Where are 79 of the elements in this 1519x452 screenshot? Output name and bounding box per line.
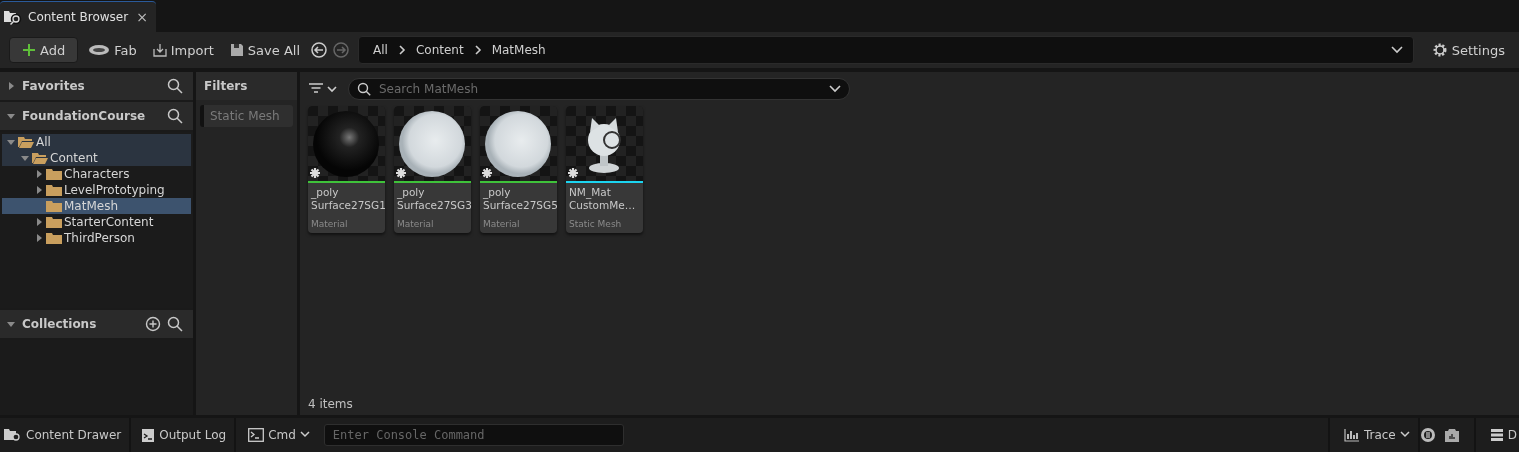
- tree-item[interactable]: All: [2, 134, 191, 150]
- save-button[interactable]: Save All: [223, 37, 306, 63]
- close-button[interactable]: ×: [136, 9, 148, 25]
- content-drawer-button[interactable]: Content Drawer: [0, 418, 132, 452]
- chevron-right-icon: [473, 45, 482, 55]
- asset-tile[interactable]: _poly Surface27SG3 Material: [394, 106, 471, 233]
- breadcrumb-item[interactable]: Content: [415, 43, 464, 57]
- trace-button[interactable]: Trace: [1327, 418, 1420, 452]
- tree-item[interactable]: Content: [2, 150, 191, 166]
- console-input[interactable]: Enter Console Command: [323, 424, 624, 446]
- item-count: 4 items: [308, 397, 354, 411]
- folder-icon: [46, 184, 62, 196]
- import-button[interactable]: Import: [146, 37, 220, 63]
- asset-tile[interactable]: NM_Mat CustomMe… Static Mesh: [566, 106, 643, 233]
- folder-icon: [46, 200, 62, 212]
- record-icon[interactable]: [1419, 427, 1436, 443]
- settings-button[interactable]: Settings: [1425, 37, 1511, 63]
- terminal-icon: [248, 428, 265, 442]
- asset-name: NM_Mat CustomMe…: [568, 185, 637, 213]
- server-icon: [1489, 428, 1504, 442]
- favorites-header[interactable]: Favorites: [0, 72, 193, 100]
- project-header[interactable]: FoundationCourse: [0, 102, 193, 130]
- camera-icon[interactable]: [1443, 427, 1460, 443]
- search-icon: [357, 82, 371, 96]
- chevron-down-icon: [1399, 431, 1410, 439]
- asset-name: _poly Surface27SG5: [482, 185, 557, 213]
- folder-icon: [46, 232, 62, 244]
- search-field[interactable]: Search MatMesh: [348, 78, 850, 100]
- back-icon[interactable]: [310, 41, 328, 59]
- asset-type: Static Mesh: [568, 218, 623, 231]
- tree-item[interactable]: StarterContent: [2, 214, 191, 230]
- fab-logo-icon: [88, 44, 111, 56]
- save-icon: [229, 43, 244, 57]
- add-button[interactable]: Add: [9, 37, 79, 63]
- import-icon: [152, 43, 167, 57]
- tree-item[interactable]: Characters: [2, 166, 191, 182]
- tree-item[interactable]: ThirdPerson: [2, 230, 191, 246]
- asset-name: _poly Surface27SG3: [396, 185, 471, 213]
- collections-header[interactable]: Collections: [0, 310, 193, 338]
- tab-title: Content Browser: [28, 10, 130, 24]
- output-log-button[interactable]: Output Log: [131, 418, 237, 452]
- folder-search-icon: [4, 9, 22, 25]
- filter-icon[interactable]: [308, 82, 340, 96]
- cmd-button[interactable]: Cmd: [236, 418, 318, 452]
- expand-arrow-icon[interactable]: [6, 319, 16, 329]
- asset-type: Material: [310, 218, 349, 231]
- asset-tile[interactable]: _poly Surface27SG5 Material: [480, 106, 557, 233]
- search-icon[interactable]: [167, 78, 183, 94]
- add-circle-icon[interactable]: [145, 316, 161, 332]
- plus-icon: [22, 43, 36, 57]
- search-icon[interactable]: [167, 108, 183, 124]
- folder-icon: [46, 168, 62, 180]
- search-icon[interactable]: [167, 316, 183, 332]
- folder-icon: [46, 216, 62, 228]
- asset-tile[interactable]: _poly Surface27SG1 Material: [308, 106, 385, 233]
- tree-item[interactable]: LevelPrototyping: [2, 182, 191, 198]
- breadcrumb-item[interactable]: All: [373, 43, 388, 57]
- chevron-right-icon: [397, 45, 406, 55]
- filters-header: Filters: [196, 72, 297, 100]
- expand-arrow-icon[interactable]: [6, 81, 16, 91]
- folder-search-icon: [4, 427, 22, 443]
- asset-type: Material: [396, 218, 435, 231]
- log-icon: [141, 427, 156, 443]
- asset-name: _poly Surface27SG1: [310, 185, 385, 213]
- tree-item[interactable]: MatMesh: [2, 198, 191, 214]
- content-browser-tab[interactable]: Content Browser ×: [0, 1, 156, 32]
- derived-data-button[interactable]: D: [1473, 418, 1519, 452]
- open-folder-icon: [18, 136, 34, 148]
- expand-arrow-icon[interactable]: [6, 111, 16, 121]
- settings-icon: [1431, 42, 1448, 58]
- chevron-down-icon: [829, 85, 841, 93]
- chevron-down-icon[interactable]: [1390, 46, 1403, 54]
- asset-type: Material: [482, 218, 521, 231]
- fab-button[interactable]: Fab: [82, 37, 143, 63]
- search-input[interactable]: Search MatMesh: [377, 81, 823, 97]
- chevron-down-icon: [299, 431, 310, 439]
- chart-icon: [1343, 428, 1360, 442]
- open-folder-icon: [32, 152, 48, 164]
- breadcrumb-item[interactable]: MatMesh: [491, 43, 546, 57]
